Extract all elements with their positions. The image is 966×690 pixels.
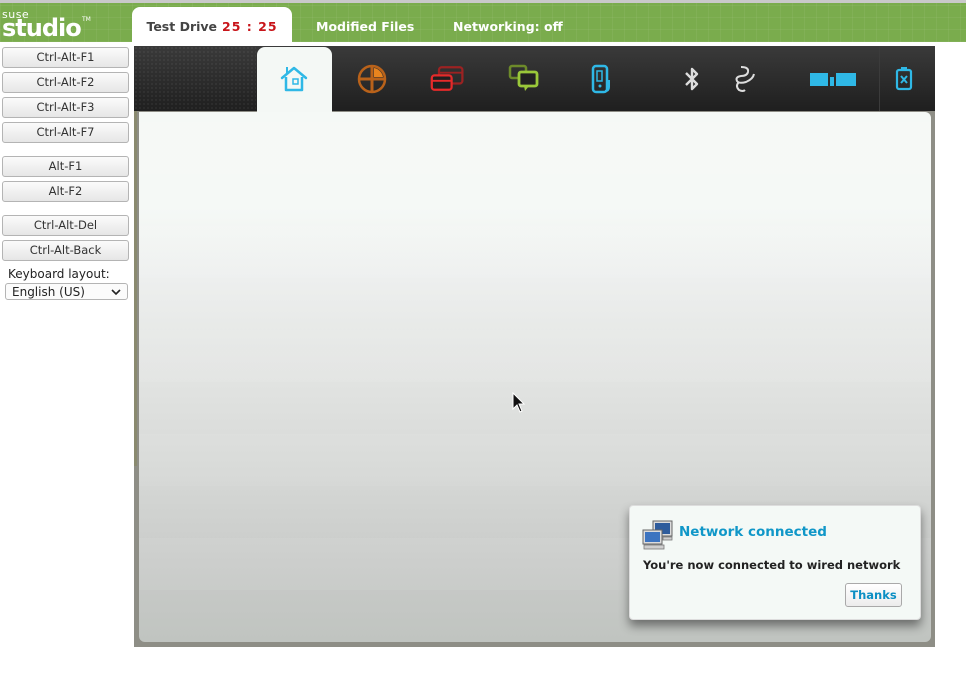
tab-test-drive[interactable]: Test Drive 25 : 25 — [132, 7, 292, 45]
panel-separator — [879, 46, 880, 111]
tab-modified-files-label: Modified Files — [316, 18, 415, 34]
panel-pattern — [134, 46, 256, 111]
mouse-cursor-icon — [512, 391, 526, 418]
test-drive-timer: 25 : 25 — [222, 18, 278, 34]
top-bar: suse studio TM Test Drive 25 : 25 Modifi… — [0, 0, 966, 45]
network-computers-icon — [642, 520, 674, 554]
network-notification: Network connected You're now connected t… — [629, 505, 921, 620]
chat-icon[interactable] — [507, 61, 543, 97]
ctrl-alt-f2-button[interactable]: Ctrl-Alt-F2 — [2, 72, 129, 93]
notification-thanks-button[interactable]: Thanks — [845, 583, 902, 607]
tab-modified-files[interactable]: Modified Files — [316, 7, 414, 45]
tab-networking-label: Networking: off — [453, 18, 563, 34]
ctrl-alt-f1-button[interactable]: Ctrl-Alt-F1 — [2, 47, 129, 68]
tab-test-drive-label: Test Drive — [146, 18, 218, 34]
alt-f1-button[interactable]: Alt-F1 — [2, 156, 129, 177]
signal-bars-icon — [810, 61, 856, 97]
notification-body: You're now connected to wired network — [643, 558, 901, 572]
home-icon[interactable] — [276, 61, 312, 97]
keyboard-layout-select[interactable]: English (US) — [5, 283, 128, 300]
key-sidebar: Ctrl-Alt-F1 Ctrl-Alt-F2 Ctrl-Alt-F3 Ctrl… — [2, 47, 129, 300]
keyboard-layout-label: Keyboard layout: — [8, 267, 110, 281]
ctrl-alt-f3-button[interactable]: Ctrl-Alt-F3 — [2, 97, 129, 118]
chevron-down-icon — [111, 285, 121, 299]
notification-title: Network connected — [679, 524, 827, 540]
phone-icon[interactable] — [585, 61, 621, 97]
suse-studio-logo: suse studio TM — [2, 7, 97, 42]
ctrl-alt-back-button[interactable]: Ctrl-Alt-Back — [2, 240, 129, 261]
network-cable-icon[interactable] — [728, 61, 764, 97]
ctrl-alt-del-button[interactable]: Ctrl-Alt-Del — [2, 215, 129, 236]
tab-networking[interactable]: Networking: off — [453, 7, 563, 45]
keyboard-layout-value: English (US) — [12, 284, 85, 299]
applications-icon[interactable] — [354, 61, 390, 97]
battery-icon[interactable] — [886, 61, 922, 97]
vm-top-panel — [134, 46, 935, 117]
ctrl-alt-f7-button[interactable]: Ctrl-Alt-F7 — [2, 122, 129, 143]
alt-f2-button[interactable]: Alt-F2 — [2, 181, 129, 202]
windows-icon[interactable] — [430, 61, 466, 97]
vm-edge-strip — [134, 111, 137, 466]
logo-tm: TM — [82, 16, 91, 23]
logo-studio: studio — [2, 14, 82, 42]
bluetooth-icon[interactable] — [674, 61, 710, 97]
